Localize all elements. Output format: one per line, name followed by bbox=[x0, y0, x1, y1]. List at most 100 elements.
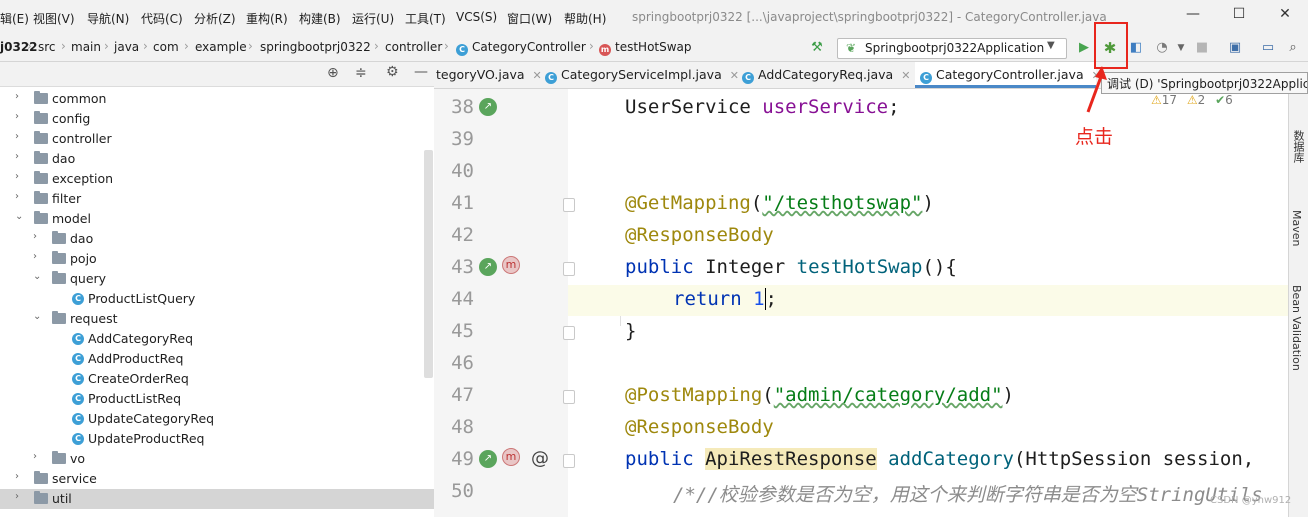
menu-refactor[interactable]: 重构(R) bbox=[246, 10, 288, 27]
run-configuration-select[interactable]: ❦ Springbootprj0322Application ▼ bbox=[837, 38, 1067, 59]
stop-icon[interactable]: ■ bbox=[1193, 39, 1211, 57]
chevron-right-icon: › bbox=[27, 39, 32, 53]
locate-crosshair-icon[interactable]: ⊕ bbox=[327, 65, 339, 81]
tree-item-service[interactable]: › service bbox=[0, 469, 434, 489]
more-run-chevron-icon[interactable]: ▼ bbox=[1172, 39, 1190, 57]
menu-build[interactable]: 构建(B) bbox=[299, 10, 341, 27]
tab-addcategoryreq[interactable]: C AddCategoryReq.java ✕ bbox=[742, 62, 913, 88]
inspection-widget[interactable]: ⚠17 ⚠2 ✔6 bbox=[1151, 93, 1233, 107]
breadcrumb-main[interactable]: main bbox=[71, 40, 101, 54]
close-icon[interactable]: ✕ bbox=[533, 69, 542, 82]
method-endpoint-icon[interactable]: m bbox=[502, 448, 520, 466]
tree-item-dao[interactable]: › dao bbox=[0, 229, 434, 249]
menu-code[interactable]: 代码(C) bbox=[141, 10, 183, 27]
tool-window-maven[interactable]: Maven bbox=[1290, 210, 1303, 246]
tool-window-bean-validation[interactable]: Bean Validation bbox=[1290, 285, 1303, 371]
tree-item-common[interactable]: › common bbox=[0, 89, 434, 109]
breadcrumb-method[interactable]: m testHotSwap bbox=[599, 40, 692, 56]
tree-item-request[interactable]: ⌄ request bbox=[0, 309, 434, 329]
chevron-right-icon[interactable]: › bbox=[15, 151, 19, 162]
tab-categoryserviceimpl[interactable]: C CategoryServiceImpl.java ✕ bbox=[545, 62, 739, 88]
method-endpoint-icon[interactable]: m bbox=[502, 256, 520, 274]
spring-mapping-icon[interactable]: ↗ bbox=[479, 258, 497, 276]
menu-edit[interactable]: 辑(E) bbox=[0, 10, 29, 27]
tree-scrollbar[interactable] bbox=[424, 150, 433, 378]
chevron-right-icon[interactable]: › bbox=[15, 491, 19, 502]
breadcrumb-src[interactable]: src bbox=[38, 40, 56, 54]
tree-item-controller[interactable]: › controller bbox=[0, 129, 434, 149]
close-icon[interactable]: ✕ bbox=[730, 69, 739, 82]
chevron-right-icon[interactable]: › bbox=[15, 191, 19, 202]
tree-item-filter[interactable]: › filter bbox=[0, 189, 434, 209]
fold-marker-icon[interactable] bbox=[563, 326, 575, 340]
tree-item-label: ProductListReq bbox=[88, 391, 182, 406]
terminal-icon[interactable]: ▭ bbox=[1259, 39, 1277, 57]
gear-icon[interactable]: ⚙ bbox=[386, 64, 399, 80]
menu-analyze[interactable]: 分析(Z) bbox=[194, 10, 236, 27]
fold-marker-icon[interactable] bbox=[563, 262, 575, 276]
chevron-down-icon[interactable]: ⌄ bbox=[33, 311, 41, 322]
build-hammer-icon[interactable]: ⚒ bbox=[808, 39, 826, 57]
spring-bean-icon[interactable]: ↗ bbox=[479, 98, 497, 116]
menu-view[interactable]: 视图(V) bbox=[33, 10, 75, 27]
tree-item-exception[interactable]: › exception bbox=[0, 169, 434, 189]
tree-item-query[interactable]: ⌄ query bbox=[0, 269, 434, 289]
chevron-right-icon[interactable]: › bbox=[15, 171, 19, 182]
breadcrumb-class[interactable]: C CategoryController bbox=[456, 40, 586, 56]
breadcrumb-controller[interactable]: controller bbox=[385, 40, 442, 54]
spring-mapping-icon[interactable]: ↗ bbox=[479, 450, 497, 468]
maximize-icon[interactable]: ☐ bbox=[1224, 6, 1254, 28]
tree-item-updateproductreq[interactable]: C UpdateProductReq bbox=[0, 429, 434, 449]
tree-item-util[interactable]: › util bbox=[0, 489, 434, 509]
tree-item-updatecategoryreq[interactable]: C UpdateCategoryReq bbox=[0, 409, 434, 429]
breadcrumb-project[interactable]: j0322 bbox=[0, 40, 38, 54]
tree-item-vo[interactable]: › vo bbox=[0, 449, 434, 469]
menu-navigate[interactable]: 导航(N) bbox=[87, 10, 129, 27]
minimize-icon[interactable]: — bbox=[1178, 6, 1208, 28]
run-icon[interactable]: ▶ bbox=[1075, 39, 1093, 57]
hide-pane-icon[interactable]: — bbox=[414, 64, 428, 80]
tree-item-model[interactable]: ⌄ model bbox=[0, 209, 434, 229]
chevron-right-icon[interactable]: › bbox=[15, 471, 19, 482]
search-icon[interactable]: ⌕ bbox=[1284, 39, 1302, 57]
tree-item-productlistquery[interactable]: C ProductListQuery bbox=[0, 289, 434, 309]
chevron-right-icon[interactable]: › bbox=[33, 451, 37, 462]
chevron-down-icon[interactable]: ⌄ bbox=[15, 211, 23, 222]
menu-vcs[interactable]: VCS(S) bbox=[456, 10, 497, 24]
breadcrumb-example[interactable]: example bbox=[195, 40, 247, 54]
chevron-down-icon[interactable]: ⌄ bbox=[33, 271, 41, 282]
chevron-right-icon[interactable]: › bbox=[33, 231, 37, 242]
breadcrumb-com[interactable]: com bbox=[153, 40, 179, 54]
breadcrumb-package[interactable]: springbootprj0322 bbox=[260, 40, 371, 54]
tree-item-config[interactable]: › config bbox=[0, 109, 434, 129]
menu-help[interactable]: 帮助(H) bbox=[564, 10, 606, 27]
menu-tools[interactable]: 工具(T) bbox=[405, 10, 446, 27]
chevron-right-icon[interactable]: › bbox=[15, 131, 19, 142]
tree-item-addproductreq[interactable]: C AddProductReq bbox=[0, 349, 434, 369]
tree-item-dao[interactable]: › dao bbox=[0, 149, 434, 169]
chevron-right-icon[interactable]: › bbox=[33, 251, 37, 262]
tool-window-database[interactable]: 数据库 bbox=[1290, 130, 1306, 163]
tab-categoryvo[interactable]: tegoryVO.java ✕ bbox=[434, 62, 542, 88]
collapse-all-icon[interactable]: ≑ bbox=[355, 65, 367, 81]
fold-marker-icon[interactable] bbox=[563, 390, 575, 404]
tree-item-createorderreq[interactable]: C CreateOrderReq bbox=[0, 369, 434, 389]
chevron-right-icon[interactable]: › bbox=[15, 111, 19, 122]
tree-item-productlistreq[interactable]: C ProductListReq bbox=[0, 389, 434, 409]
chevron-right-icon[interactable]: › bbox=[15, 91, 19, 102]
menu-window[interactable]: 窗口(W) bbox=[507, 10, 552, 27]
tree-item-addcategoryreq[interactable]: C AddCategoryReq bbox=[0, 329, 434, 349]
fold-marker-icon[interactable] bbox=[563, 454, 575, 468]
breadcrumb-java[interactable]: java bbox=[114, 40, 139, 54]
menu-run[interactable]: 运行(U) bbox=[352, 10, 394, 27]
fold-marker-icon[interactable] bbox=[563, 198, 575, 212]
tree-item-pojo[interactable]: › pojo bbox=[0, 249, 434, 269]
at-annotation-icon[interactable]: @ bbox=[531, 448, 549, 469]
run-with-coverage-icon[interactable]: ◧ bbox=[1127, 39, 1145, 57]
project-structure-icon[interactable]: ▣ bbox=[1226, 39, 1244, 57]
tab-categorycontroller[interactable]: CCategoryController.java✕ bbox=[915, 62, 1101, 88]
close-icon[interactable]: ✕ bbox=[1270, 6, 1300, 28]
close-icon[interactable]: ✕ bbox=[901, 69, 910, 82]
profile-icon[interactable]: ◔ bbox=[1153, 39, 1171, 57]
breadcrumb-method-label: testHotSwap bbox=[615, 40, 692, 54]
